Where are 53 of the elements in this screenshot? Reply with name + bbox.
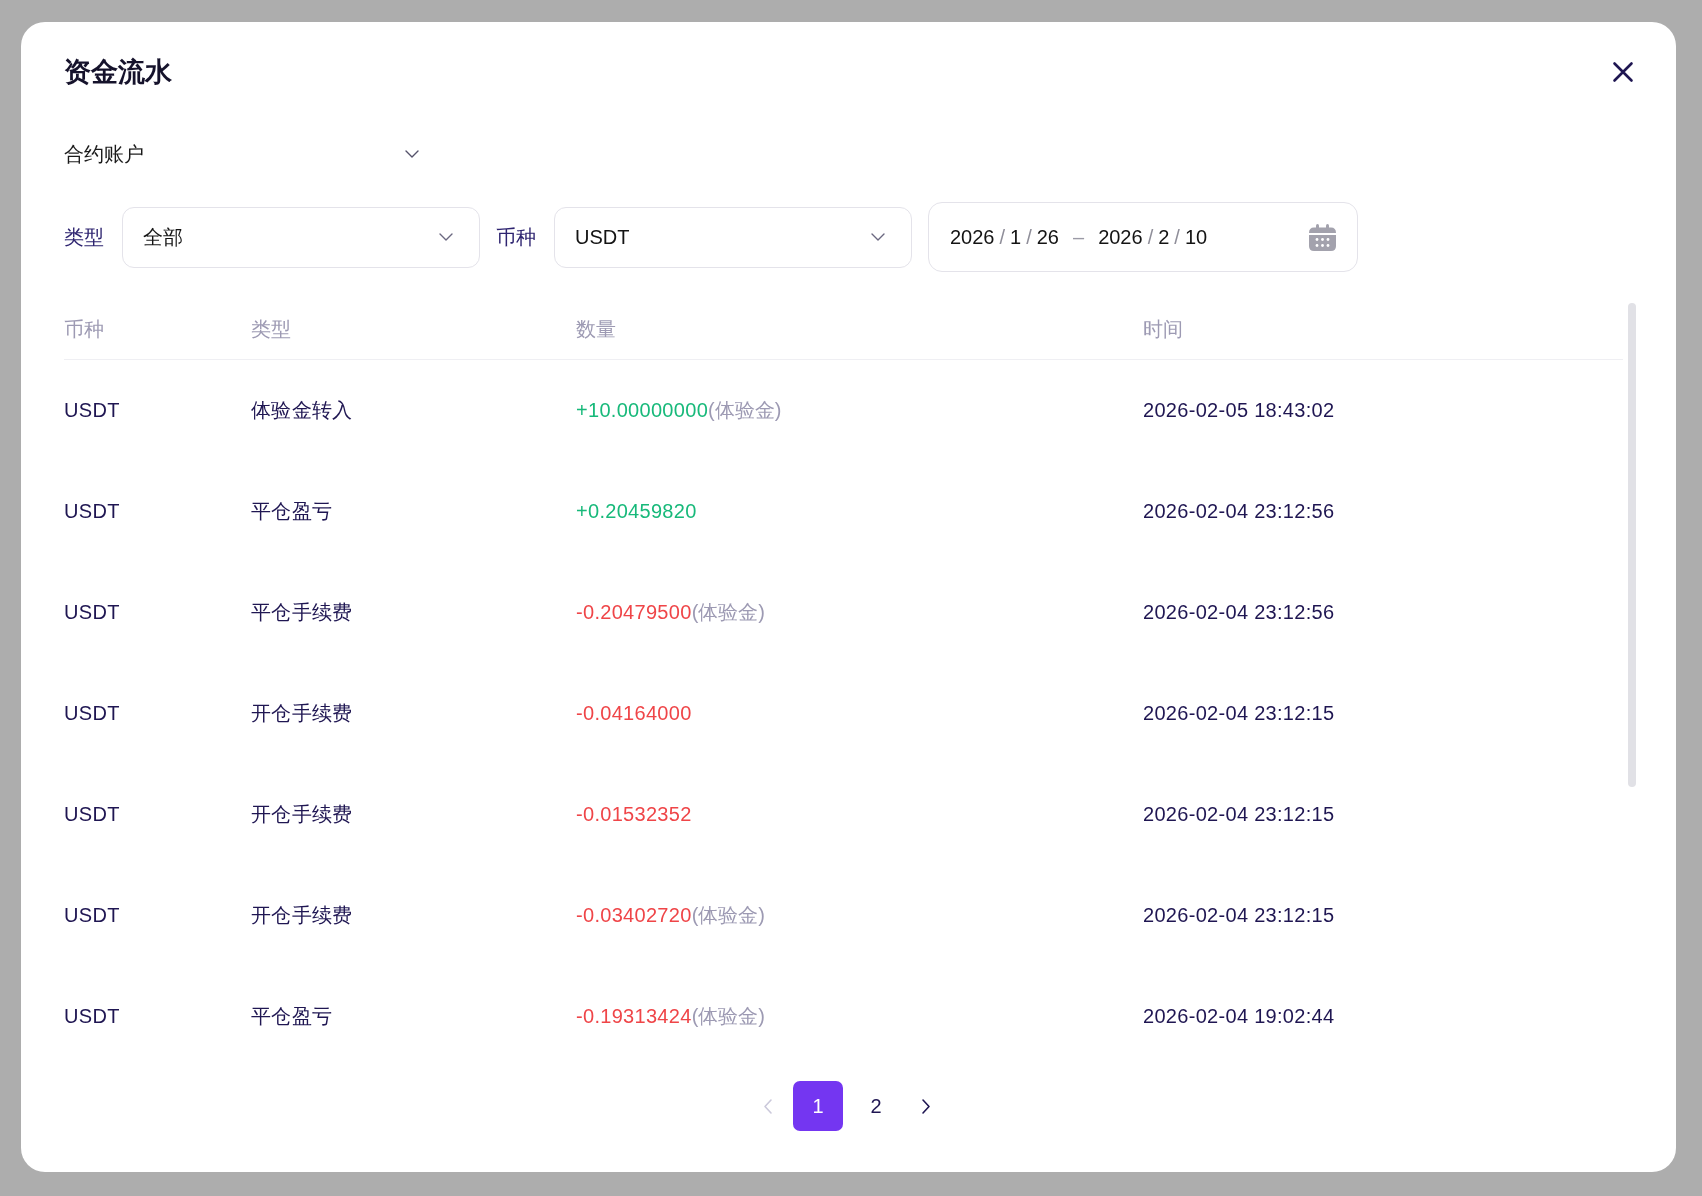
column-header: 时间 (1143, 316, 1183, 342)
scrollbar-thumb[interactable] (1628, 303, 1636, 787)
table-cell-text: 开仓手续费 (251, 903, 353, 928)
column-header: 类型 (251, 316, 291, 342)
amount-text: -0.01532352 (576, 803, 692, 826)
table-cell-text: 平仓盈亏 (251, 1004, 333, 1029)
chevron-down-icon (439, 233, 453, 241)
column-header: 数量 (576, 316, 616, 342)
chevron-left-icon (764, 1098, 772, 1114)
filter-label: 币种 (496, 224, 536, 250)
table-cell: 2026-02-04 23:12:15 (1143, 904, 1335, 927)
chevron-down-icon (405, 150, 419, 158)
note-text: (体验金) (691, 903, 765, 928)
amount-text: -0.19313424 (576, 1005, 692, 1028)
table-cell-text: 开仓手续费 (251, 802, 353, 827)
amount-text: +10.00000000 (576, 399, 709, 422)
table-cell: USDT (64, 904, 120, 927)
table-cell: 2026-02-04 19:02:44 (1143, 1005, 1335, 1028)
filter-label: 类型 (64, 224, 104, 250)
page-button[interactable]: 2 (851, 1081, 901, 1131)
table-cell: USDT (64, 803, 120, 826)
table-cell: USDT (64, 702, 120, 725)
table-cell: USDT (64, 1005, 120, 1028)
calendar-icon (1309, 223, 1336, 251)
table-cell: USDT (64, 500, 120, 523)
page-button[interactable]: 1 (793, 1081, 843, 1131)
table-cell: 2026-02-04 23:12:15 (1143, 702, 1335, 725)
column-header: 币种 (64, 316, 104, 342)
table-cell: USDT (64, 601, 120, 624)
select-field[interactable]: USDT (554, 206, 912, 268)
select-field[interactable]: 全部 (122, 206, 480, 268)
amount-text: -0.03402720 (576, 904, 692, 927)
chevron-right-icon (922, 1098, 930, 1114)
amount-text: +0.20459820 (576, 500, 697, 523)
table-cell: 2026-02-04 23:12:56 (1143, 500, 1335, 523)
dialog-title: 资金流水 (64, 56, 172, 89)
table-cell: 2026-02-04 23:12:15 (1143, 803, 1335, 826)
table-cell: 2026-02-04 23:12:56 (1143, 601, 1335, 624)
chevron-down-icon (871, 233, 885, 241)
amount-text: -0.04164000 (576, 702, 692, 725)
close-icon (1613, 62, 1633, 82)
table-cell: 2026-02-05 18:43:02 (1143, 399, 1335, 422)
note-text: (体验金) (691, 1004, 765, 1029)
amount-text: -0.20479500 (576, 601, 692, 624)
table-cell-text: 体验金转入 (251, 398, 353, 423)
table-cell: USDT (64, 399, 120, 422)
table-cell-text: 平仓手续费 (251, 600, 353, 625)
date-range-field[interactable]: 2026 / 1 / 26 – 2026 / 2 / 10 (928, 202, 1358, 272)
note-text: (体验金) (708, 398, 782, 423)
table-cell-text: 开仓手续费 (251, 701, 353, 726)
account-dropdown[interactable]: 合约账户 (64, 138, 419, 170)
table-cell-text: 平仓盈亏 (251, 499, 333, 524)
note-text: (体验金) (691, 600, 765, 625)
